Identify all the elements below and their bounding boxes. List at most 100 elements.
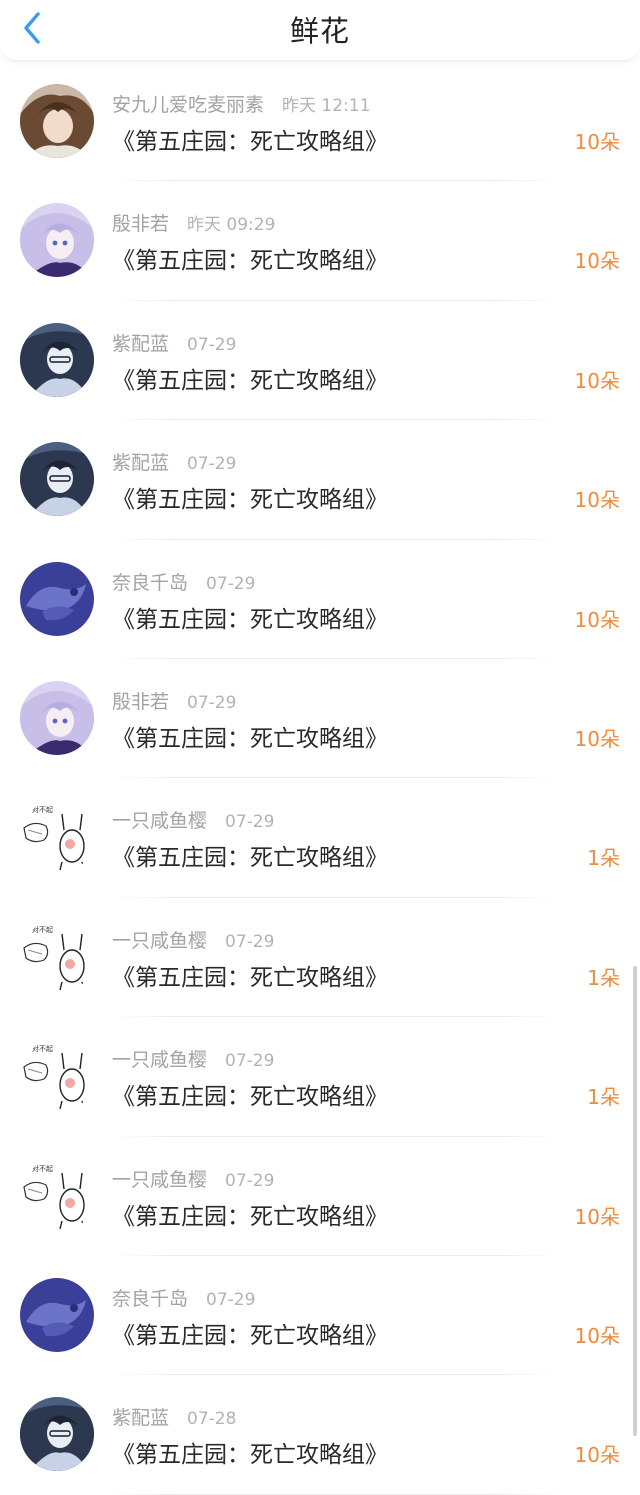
work-title: 《第五庄园：死亡攻略组》 [112, 845, 388, 872]
top-bar: 鲜花 [0, 0, 640, 61]
sender-name[interactable]: 一只咸鱼樱 [112, 930, 207, 952]
list-item[interactable]: 对不起 一只咸鱼樱 07-29 《第五庄园：死亡攻略组》 1朵 [0, 898, 640, 1018]
flower-amount: 10朵 [574, 1443, 620, 1468]
avatar-sketch-icon: 对不起 [20, 919, 94, 994]
flower-amount: 1朵 [587, 965, 620, 990]
item-meta: 殷非若 昨天 09:29 [112, 209, 275, 236]
timestamp: 07-29 [225, 812, 275, 833]
work-title: 《第五庄园：死亡攻略组》 [112, 1322, 388, 1349]
svg-text:对不起: 对不起 [32, 925, 53, 934]
avatar-anime-brown-icon [20, 84, 94, 158]
avatar-anime-dark-icon [20, 442, 94, 517]
work-title: 《第五庄园：死亡攻略组》 [112, 964, 388, 991]
timestamp: 昨天 09:29 [187, 215, 276, 236]
flower-amount: 10朵 [574, 607, 620, 632]
list-item[interactable]: 紫配蓝 07-28 《第五庄园：死亡攻略组》 10朵 [0, 1375, 640, 1495]
flower-amount: 10朵 [574, 130, 620, 154]
flower-amount: 10朵 [574, 249, 620, 274]
avatar-anime-lavender-icon [20, 203, 94, 278]
sender-name[interactable]: 紫配蓝 [112, 1407, 169, 1429]
timestamp: 07-29 [187, 692, 237, 713]
item-meta: 紫配蓝 07-29 [112, 448, 236, 475]
avatar[interactable] [20, 561, 94, 636]
avatar-sketch-icon: 对不起 [20, 1039, 94, 1114]
sender-name[interactable]: 奈良千岛 [112, 1288, 188, 1310]
flower-amount: 1朵 [587, 846, 620, 871]
list-item[interactable]: 紫配蓝 07-29 《第五庄园：死亡攻略组》 10朵 [0, 301, 640, 421]
list-item[interactable]: 对不起 一只咸鱼樱 07-29 《第五庄园：死亡攻略组》 10朵 [0, 1137, 640, 1256]
sender-name[interactable]: 一只咸鱼樱 [112, 1049, 207, 1071]
svg-text:对不起: 对不起 [32, 1044, 53, 1053]
timestamp: 07-29 [225, 1051, 275, 1072]
list-item[interactable]: 安九儿爱吃麦丽素 昨天 12:11 《第五庄园：死亡攻略组》 10朵 [0, 62, 640, 182]
timestamp: 07-29 [206, 573, 256, 594]
timestamp: 07-29 [187, 454, 237, 475]
avatar[interactable] [20, 203, 94, 278]
item-meta: 奈良千岛 07-29 [112, 1284, 255, 1311]
avatar[interactable]: 对不起 [20, 919, 94, 994]
work-title: 《第五庄园：死亡攻略组》 [112, 1203, 388, 1230]
work-title: 《第五庄园：死亡攻略组》 [112, 1442, 388, 1469]
avatar[interactable]: 对不起 [20, 1039, 94, 1114]
work-title: 《第五庄园：死亡攻略组》 [112, 1084, 388, 1111]
sender-name[interactable]: 奈良千岛 [112, 572, 188, 594]
item-meta: 一只咸鱼樱 07-29 [112, 1165, 274, 1192]
flower-amount: 10朵 [574, 1204, 620, 1229]
timestamp: 07-29 [225, 931, 275, 952]
timestamp: 07-29 [206, 1289, 256, 1310]
flower-record-list: 安九儿爱吃麦丽素 昨天 12:11 《第五庄园：死亡攻略组》 10朵 殷非若 昨天 09:… [0, 62, 640, 1495]
timestamp: 07-28 [187, 1409, 237, 1430]
timestamp: 昨天 12:11 [282, 96, 371, 116]
item-meta: 殷非若 07-29 [112, 687, 236, 714]
avatar[interactable] [20, 680, 94, 755]
avatar[interactable] [20, 1397, 94, 1472]
list-item[interactable]: 紫配蓝 07-29 《第五庄园：死亡攻略组》 10朵 [0, 420, 640, 540]
flower-amount: 1朵 [587, 1085, 620, 1110]
sender-name[interactable]: 紫配蓝 [112, 333, 169, 355]
item-meta: 紫配蓝 07-28 [112, 1403, 236, 1430]
list-item[interactable]: 对不起 一只咸鱼樱 07-29 《第五庄园：死亡攻略组》 1朵 [0, 778, 640, 898]
avatar-blue-icon [20, 561, 94, 636]
avatar[interactable] [20, 322, 94, 397]
avatar[interactable] [20, 1277, 94, 1352]
item-meta: 一只咸鱼樱 07-29 [112, 1045, 274, 1072]
list-item[interactable]: 殷非若 07-29 《第五庄园：死亡攻略组》 10朵 [0, 659, 640, 779]
work-title: 《第五庄园：死亡攻略组》 [112, 129, 388, 155]
work-title: 《第五庄园：死亡攻略组》 [112, 248, 388, 275]
page-title: 鲜花 [289, 14, 350, 48]
list-item[interactable]: 奈良千岛 07-29 《第五庄园：死亡攻略组》 10朵 [0, 1256, 640, 1376]
svg-text:对不起: 对不起 [32, 1164, 53, 1173]
avatar-anime-dark-icon [20, 322, 94, 397]
avatar-sketch-icon: 对不起 [20, 800, 94, 875]
item-meta: 一只咸鱼樱 07-29 [112, 806, 274, 833]
sender-name[interactable]: 紫配蓝 [112, 452, 169, 474]
avatar[interactable]: 对不起 [20, 1158, 94, 1233]
sender-name[interactable]: 一只咸鱼樱 [112, 810, 207, 832]
work-title: 《第五庄园：死亡攻略组》 [112, 725, 388, 752]
item-meta: 安九儿爱吃麦丽素 昨天 12:11 [112, 90, 370, 117]
timestamp: 07-29 [225, 1170, 275, 1191]
item-meta: 紫配蓝 07-29 [112, 329, 236, 356]
sender-name[interactable]: 殷非若 [112, 213, 169, 235]
avatar-blue-icon [20, 1277, 94, 1352]
list-item[interactable]: 对不起 一只咸鱼樱 07-29 《第五庄园：死亡攻略组》 1朵 [0, 1017, 640, 1137]
flower-amount: 10朵 [574, 1323, 620, 1348]
work-title: 《第五庄园：死亡攻略组》 [112, 487, 388, 514]
sender-name[interactable]: 殷非若 [112, 691, 169, 713]
avatar-anime-dark-icon [20, 1397, 94, 1472]
avatar-anime-lavender-icon [20, 680, 94, 755]
flower-amount: 10朵 [574, 726, 620, 751]
work-title: 《第五庄园：死亡攻略组》 [112, 367, 388, 394]
sender-name[interactable]: 安九儿爱吃麦丽素 [112, 94, 264, 116]
timestamp: 07-29 [187, 334, 237, 355]
sender-name[interactable]: 一只咸鱼樱 [112, 1169, 207, 1191]
avatar[interactable] [20, 84, 94, 158]
svg-text:对不起: 对不起 [32, 805, 53, 814]
list-item[interactable]: 奈良千岛 07-29 《第五庄园：死亡攻略组》 10朵 [0, 540, 640, 659]
avatar[interactable]: 对不起 [20, 800, 94, 875]
scrollbar[interactable] [633, 966, 637, 1436]
avatar-sketch-icon: 对不起 [20, 1158, 94, 1233]
avatar[interactable] [20, 442, 94, 517]
item-meta: 一只咸鱼樱 07-29 [112, 926, 274, 953]
list-item[interactable]: 殷非若 昨天 09:29 《第五庄园：死亡攻略组》 10朵 [0, 181, 640, 301]
